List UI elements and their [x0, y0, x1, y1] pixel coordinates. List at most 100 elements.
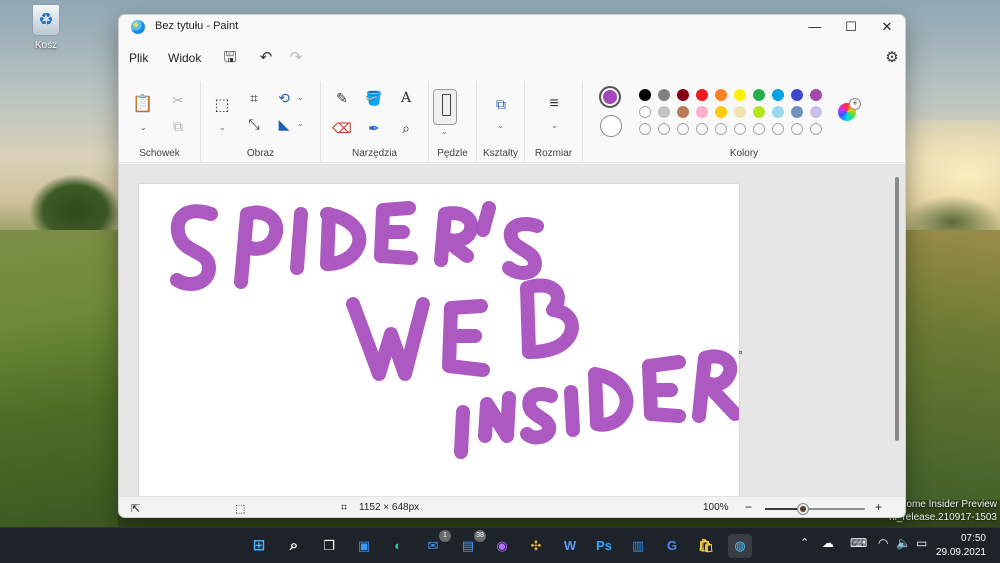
wifi-icon[interactable]: ◠ [878, 536, 888, 550]
menu-file[interactable]: Plik [129, 51, 148, 65]
palette-swatch[interactable] [810, 89, 822, 101]
store-icon[interactable]: ▤ 38 [456, 530, 486, 558]
vertical-scrollbar[interactable] [895, 177, 899, 441]
palette-swatch[interactable] [772, 89, 784, 101]
palette-swatch[interactable] [639, 89, 651, 101]
recycle-bin[interactable]: Kosz [26, 4, 66, 51]
settings-icon[interactable]: ⚙ [881, 47, 903, 69]
keyboard-icon[interactable]: ⌨ [850, 536, 867, 550]
save-icon[interactable]: 🖫 [219, 47, 241, 69]
widgets-icon[interactable]: ▣ [352, 534, 376, 558]
size-chevron-icon[interactable]: ⌄ [551, 121, 558, 130]
palette-swatch[interactable] [753, 89, 765, 101]
canvas-resize-handle[interactable] [739, 351, 742, 354]
select-chevron-icon[interactable]: ⌄ [219, 123, 226, 132]
mail-icon[interactable]: ✉ 1 [421, 530, 451, 558]
palette-swatch[interactable] [753, 106, 765, 118]
palette-swatch[interactable] [715, 106, 727, 118]
edit-colors-icon[interactable] [838, 98, 861, 121]
palette-swatch[interactable] [696, 89, 708, 101]
maximize-button[interactable]: ☐ [833, 15, 869, 39]
tray-overflow-icon[interactable]: ⌃ [800, 536, 809, 549]
custom-color-slot[interactable] [791, 123, 803, 135]
text-tool-icon[interactable]: A [395, 87, 417, 109]
resize-icon[interactable]: ⤡ [243, 113, 265, 135]
photoshop-icon[interactable]: Ps [592, 534, 616, 558]
menu-view[interactable]: Widok [168, 51, 201, 65]
rotate-chevron-icon[interactable]: ⌄ [297, 93, 304, 102]
rotate-icon[interactable]: ⟲ [273, 87, 295, 109]
color-picker-icon[interactable]: ✒ [363, 117, 385, 139]
magnifier-icon[interactable]: ⌕ [395, 117, 417, 139]
paste-chevron-icon[interactable]: ⌄ [140, 123, 147, 132]
onedrive-icon[interactable]: ☁ [822, 536, 834, 550]
search-icon[interactable]: ⌕ [282, 534, 306, 558]
zoom-slider[interactable] [765, 504, 865, 514]
undo-icon[interactable]: ↶ [255, 47, 277, 69]
minimize-button[interactable]: — [797, 15, 833, 39]
volume-icon[interactable]: 🔈 [896, 536, 911, 550]
flip-chevron-icon[interactable]: ⌄ [297, 119, 304, 128]
close-button[interactable]: ✕ [869, 15, 905, 39]
palette-swatch[interactable] [639, 106, 651, 118]
pencil-icon[interactable]: ✎ [331, 87, 353, 109]
cut-icon[interactable]: ✂ [167, 89, 189, 111]
stroke-size-icon[interactable]: ≡ [543, 93, 565, 115]
group-label-size: Rozmiar [534, 148, 573, 159]
paste-icon[interactable]: 📋 [132, 93, 154, 115]
secondary-color[interactable] [600, 115, 622, 137]
slack-icon[interactable]: ✣ [524, 534, 548, 558]
palette-swatch[interactable] [791, 89, 803, 101]
palette-swatch[interactable] [772, 106, 784, 118]
palette-swatch[interactable] [677, 106, 689, 118]
zoom-out-icon[interactable]: − [745, 500, 752, 514]
select-icon[interactable]: ⬚ [211, 95, 233, 117]
edge-icon[interactable]: ◐ [386, 534, 410, 558]
drawing-canvas[interactable] [139, 184, 742, 496]
shapes-chevron-icon[interactable]: ⌄ [497, 121, 504, 130]
custom-color-slot[interactable] [677, 123, 689, 135]
palette-swatch[interactable] [791, 106, 803, 118]
custom-color-slot[interactable] [734, 123, 746, 135]
palette-swatch[interactable] [696, 106, 708, 118]
task-view-icon[interactable]: ❐ [317, 534, 341, 558]
palette-swatch[interactable] [715, 89, 727, 101]
copy-icon[interactable]: ⧉ [167, 115, 189, 137]
custom-color-slot[interactable] [715, 123, 727, 135]
word-icon[interactable]: W [558, 534, 582, 558]
start-icon[interactable]: ⊞ [247, 534, 271, 558]
custom-color-slot[interactable] [753, 123, 765, 135]
title-bar[interactable]: Bez tytułu - Paint — ☐ ✕ [119, 15, 905, 39]
zoom-percentage[interactable]: 100% [703, 502, 729, 513]
paint-taskbar-icon[interactable]: ◍ [728, 534, 752, 558]
palette-swatch[interactable] [677, 89, 689, 101]
clock[interactable]: 07:50 29.09.2021 [936, 532, 986, 560]
palette-swatch[interactable] [810, 106, 822, 118]
palette-swatch[interactable] [734, 89, 746, 101]
custom-color-slot[interactable] [639, 123, 651, 135]
palette-swatch[interactable] [734, 106, 746, 118]
brush-icon[interactable] [433, 89, 457, 125]
custom-color-slot[interactable] [658, 123, 670, 135]
flip-icon[interactable]: ◣ [273, 113, 295, 135]
shapes-icon[interactable]: ⧉ [490, 93, 512, 115]
palette-swatch[interactable] [658, 106, 670, 118]
custom-color-slot[interactable] [810, 123, 822, 135]
battery-icon[interactable]: ▭ [916, 536, 927, 550]
palette-swatch[interactable] [658, 89, 670, 101]
custom-color-slot[interactable] [772, 123, 784, 135]
fill-icon[interactable]: 🪣 [363, 87, 385, 109]
primary-color[interactable] [599, 86, 621, 108]
store-bag-icon[interactable]: 🛍 [694, 534, 718, 558]
custom-color-slot[interactable] [696, 123, 708, 135]
stroke-letter-i1 [290, 207, 308, 275]
zoom-in-icon[interactable]: + [875, 500, 882, 514]
brush-chevron-icon[interactable]: ⌄ [441, 127, 448, 136]
messenger-icon[interactable]: ◉ [490, 534, 514, 558]
crop-icon[interactable]: ⌗ [243, 87, 265, 109]
eraser-icon[interactable]: ⌫ [331, 117, 353, 139]
translate-icon[interactable]: G [660, 534, 684, 558]
zoom-slider-thumb[interactable] [798, 504, 808, 514]
trello-icon[interactable]: ▥ [626, 534, 650, 558]
redo-icon[interactable]: ↷ [285, 47, 307, 69]
